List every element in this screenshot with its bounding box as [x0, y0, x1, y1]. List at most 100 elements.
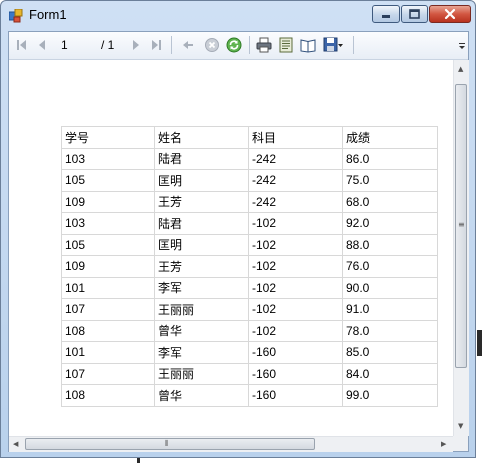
vertical-scroll-thumb[interactable]: ≡ — [455, 84, 467, 368]
cell-student-id: 105 — [61, 233, 155, 256]
table-row: 107 王丽丽 -160 84.0 — [61, 362, 438, 385]
cell-course: -160 — [248, 341, 343, 364]
cell-name: 陆君 — [154, 212, 249, 235]
cell-course: -242 — [248, 190, 343, 213]
toolbar-separator — [249, 36, 250, 54]
title-bar[interactable]: Form1 — [1, 1, 475, 29]
grades-table: 学号 姓名 科目 成绩 103 陆君 -242 86.0 105 匡明 -242… — [61, 126, 438, 407]
table-row: 101 李军 -102 90.0 — [61, 276, 438, 299]
cell-student-id: 109 — [61, 255, 155, 278]
scroll-left-icon[interactable]: ◀ — [13, 440, 18, 448]
scroll-down-icon[interactable]: ▼ — [458, 422, 463, 430]
table-row: 103 陆君 -242 86.0 — [61, 147, 438, 170]
cell-student-id: 108 — [61, 319, 155, 342]
horizontal-scrollbar[interactable]: ◀ ⦀ ▶ — [9, 436, 453, 452]
next-page-icon[interactable] — [127, 36, 145, 54]
cell-score: 99.0 — [342, 384, 438, 407]
table-row: 101 李军 -160 85.0 — [61, 341, 438, 364]
total-pages-label: / 1 — [101, 38, 115, 52]
cell-course: -102 — [248, 319, 343, 342]
vertical-scrollbar[interactable]: ▲ ≡ ▼ — [453, 60, 469, 436]
cell-course: -160 — [248, 362, 343, 385]
desktop-edge-mark — [477, 330, 482, 356]
report-viewer: 1 / 1 学号 姓名 科目 成绩 103 陆君 -242 86.0 105 匡… — [8, 31, 469, 452]
cell-name: 陆君 — [154, 147, 249, 170]
cell-student-id: 103 — [61, 212, 155, 235]
scrollbar-corner — [453, 436, 468, 451]
table-row: 109 王芳 -102 76.0 — [61, 255, 438, 278]
maximize-button[interactable] — [401, 5, 428, 23]
cell-course: -102 — [248, 233, 343, 256]
cell-score: 88.0 — [342, 233, 438, 256]
cell-course: -102 — [248, 255, 343, 278]
scroll-up-icon[interactable]: ▲ — [458, 65, 463, 73]
toolbar-separator — [353, 36, 354, 54]
toolbar-overflow-icon[interactable] — [457, 38, 467, 52]
export-icon[interactable] — [322, 36, 343, 54]
header-name: 姓名 — [154, 126, 249, 149]
cell-name: 曾华 — [154, 319, 249, 342]
cell-name: 王芳 — [154, 190, 249, 213]
close-icon — [444, 8, 456, 20]
cell-course: -242 — [248, 147, 343, 170]
header-course: 科目 — [248, 126, 343, 149]
cell-name: 王丽丽 — [154, 362, 249, 385]
current-page-input[interactable]: 1 — [55, 37, 99, 53]
table-row: 108 曾华 -102 78.0 — [61, 319, 438, 342]
cell-score: 76.0 — [342, 255, 438, 278]
report-toolbar: 1 / 1 — [9, 32, 468, 60]
grip-icon: ≡ — [458, 220, 465, 229]
cell-student-id: 107 — [61, 362, 155, 385]
table-row: 109 王芳 -242 68.0 — [61, 190, 438, 213]
cell-name: 李军 — [154, 276, 249, 299]
table-row: 105 匡明 -242 75.0 — [61, 169, 438, 192]
cell-name: 李军 — [154, 341, 249, 364]
cell-score: 84.0 — [342, 362, 438, 385]
cell-course: -242 — [248, 169, 343, 192]
print-layout-icon[interactable] — [277, 36, 295, 54]
cell-student-id: 107 — [61, 298, 155, 321]
table-row: 107 王丽丽 -102 91.0 — [61, 298, 438, 321]
table-header-row: 学号 姓名 科目 成绩 — [61, 126, 438, 149]
app-icon — [8, 8, 23, 23]
cell-score: 68.0 — [342, 190, 438, 213]
report-page: 学号 姓名 科目 成绩 103 陆君 -242 86.0 105 匡明 -242… — [9, 60, 453, 436]
cell-course: -160 — [248, 384, 343, 407]
cell-score: 78.0 — [342, 319, 438, 342]
cell-student-id: 101 — [61, 276, 155, 299]
grip-icon: ⦀ — [165, 439, 169, 448]
minimize-icon — [382, 15, 390, 18]
cell-name: 曾华 — [154, 384, 249, 407]
cell-score: 90.0 — [342, 276, 438, 299]
refresh-icon[interactable] — [225, 36, 243, 54]
back-icon[interactable] — [179, 36, 197, 54]
cell-student-id: 109 — [61, 190, 155, 213]
scroll-right-icon[interactable]: ▶ — [441, 440, 446, 448]
cell-name: 匡明 — [154, 169, 249, 192]
window-title: Form1 — [29, 7, 67, 22]
cell-student-id: 101 — [61, 341, 155, 364]
header-score: 成绩 — [342, 126, 438, 149]
first-page-icon[interactable] — [13, 36, 31, 54]
cell-student-id: 105 — [61, 169, 155, 192]
previous-page-icon[interactable] — [33, 36, 51, 54]
cell-course: -102 — [248, 298, 343, 321]
print-icon[interactable] — [255, 36, 273, 54]
desktop-edge-mark — [137, 458, 140, 463]
last-page-icon[interactable] — [147, 36, 165, 54]
cell-student-id: 108 — [61, 384, 155, 407]
cell-score: 91.0 — [342, 298, 438, 321]
table-row: 103 陆君 -102 92.0 — [61, 212, 438, 235]
cell-score: 85.0 — [342, 341, 438, 364]
form1-window: Form1 1 / 1 学号 姓名 科目 成绩 103 陆君 -242 86.0… — [0, 0, 476, 458]
cell-course: -102 — [248, 276, 343, 299]
close-button[interactable] — [429, 5, 471, 23]
stop-icon[interactable] — [203, 36, 221, 54]
minimize-button[interactable] — [372, 5, 400, 23]
page-setup-icon[interactable] — [299, 36, 317, 54]
cell-course: -102 — [248, 212, 343, 235]
horizontal-scroll-thumb[interactable]: ⦀ — [25, 438, 315, 450]
header-student-id: 学号 — [61, 126, 155, 149]
maximize-icon — [409, 9, 420, 19]
cell-name: 王丽丽 — [154, 298, 249, 321]
